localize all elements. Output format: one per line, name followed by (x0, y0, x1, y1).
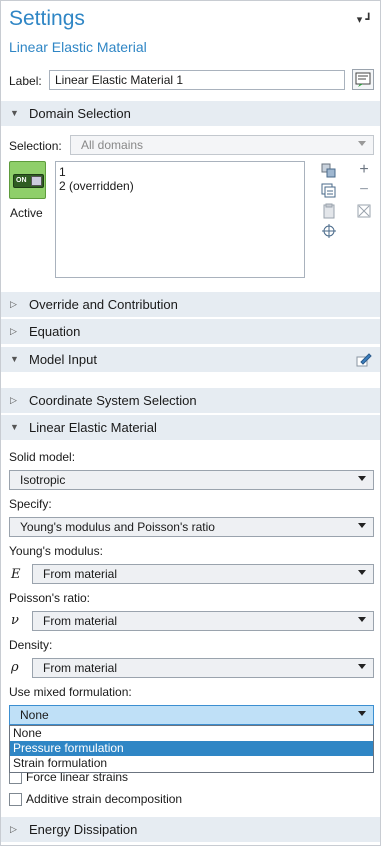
collapse-arrow-icon: ▼ (10, 422, 19, 432)
list-item[interactable]: 2 (overridden) (56, 179, 304, 193)
selection-dropdown[interactable]: All domains (70, 135, 374, 155)
youngs-value: From material (43, 567, 118, 581)
expand-arrow-icon: ▷ (10, 299, 17, 309)
chevron-down-icon (358, 141, 366, 146)
expand-arrow-icon: ▷ (10, 326, 17, 336)
active-toggle-button[interactable]: ON (9, 161, 46, 199)
section-model-input[interactable]: ▼ Model Input (1, 347, 380, 372)
chevron-down-icon (358, 711, 366, 716)
youngs-modulus-label: Young's modulus: (9, 544, 103, 558)
density-value: From material (43, 661, 118, 675)
section-override-contribution[interactable]: ▷ Override and Contribution (1, 292, 380, 317)
dropdown-option-pressure[interactable]: Pressure formulation (10, 741, 373, 756)
pin-icon[interactable]: ▾ ┛ (357, 13, 372, 26)
specify-dropdown[interactable]: Young's modulus and Poisson's ratio (9, 517, 374, 537)
density-dropdown[interactable]: From material (32, 658, 374, 678)
label-edit-icon[interactable] (352, 69, 374, 90)
collapse-arrow-icon: ▼ (10, 354, 19, 364)
youngs-symbol: E (11, 567, 21, 582)
additive-strain-checkbox[interactable] (9, 793, 22, 806)
selection-caption: Selection: (9, 139, 62, 153)
mixed-formulation-dropdown[interactable]: None (9, 705, 374, 725)
density-label: Density: (9, 638, 53, 652)
mixed-formulation-value: None (20, 708, 49, 722)
chevron-down-icon (358, 570, 366, 575)
paste-selection-icon[interactable] (321, 163, 337, 179)
solid-model-label: Solid model: (9, 450, 76, 464)
active-label: Active (10, 206, 43, 220)
page-subtitle: Linear Elastic Material (9, 39, 147, 55)
section-equation[interactable]: ▷ Equation (1, 319, 380, 344)
specify-label: Specify: (9, 497, 52, 511)
poisson-ratio-label: Poisson's ratio: (9, 591, 90, 605)
poisson-ratio-dropdown[interactable]: From material (32, 611, 374, 631)
youngs-modulus-dropdown[interactable]: From material (32, 564, 374, 584)
selection-listbox[interactable]: 1 2 (overridden) (55, 161, 305, 278)
solid-model-dropdown[interactable]: Isotropic (9, 470, 374, 490)
page-title: Settings (9, 7, 85, 30)
solid-model-value: Isotropic (20, 473, 66, 487)
chevron-down-icon (358, 617, 366, 622)
zoom-to-selection-icon[interactable] (321, 223, 337, 239)
section-domain-selection[interactable]: ▼ Domain Selection (1, 101, 380, 126)
chevron-down-icon (358, 523, 366, 528)
list-item[interactable]: 1 (56, 165, 304, 179)
mixed-formulation-label: Use mixed formulation: (9, 685, 132, 699)
toggle-switch-icon: ON (13, 174, 44, 188)
collapse-arrow-icon: ▼ (10, 108, 19, 118)
section-energy-dissipation[interactable]: ▷ Energy Dissipation (1, 817, 380, 842)
mixed-formulation-options: None Pressure formulation Strain formula… (9, 725, 374, 773)
dropdown-option-strain[interactable]: Strain formulation (10, 756, 373, 771)
expand-arrow-icon: ▷ (10, 395, 17, 405)
chevron-down-icon (358, 664, 366, 669)
specify-value: Young's modulus and Poisson's ratio (20, 520, 215, 534)
dropdown-option-none[interactable]: None (10, 726, 373, 741)
expand-arrow-icon: ▷ (10, 824, 17, 834)
remove-icon[interactable]: − (356, 182, 372, 198)
additive-strain-label: Additive strain decomposition (26, 792, 183, 806)
clear-selection-icon[interactable] (356, 203, 372, 219)
clipboard-icon[interactable] (321, 203, 337, 219)
settings-panel: Settings Linear Elastic Material ▾ ┛ Lab… (0, 0, 381, 846)
chevron-down-icon (358, 476, 366, 481)
section-coordinate-system[interactable]: ▷ Coordinate System Selection (1, 388, 380, 413)
edit-pencil-icon[interactable] (356, 351, 372, 367)
add-icon[interactable]: + (356, 162, 372, 178)
poisson-symbol: ν (11, 613, 19, 628)
label-caption: Label: (9, 74, 42, 88)
density-symbol: ρ (11, 660, 19, 675)
selection-value: All domains (81, 138, 144, 152)
section-linear-elastic[interactable]: ▼ Linear Elastic Material (1, 415, 380, 440)
label-input[interactable]: Linear Elastic Material 1 (49, 70, 345, 90)
copy-selection-icon[interactable] (321, 183, 337, 199)
poisson-value: From material (43, 614, 118, 628)
